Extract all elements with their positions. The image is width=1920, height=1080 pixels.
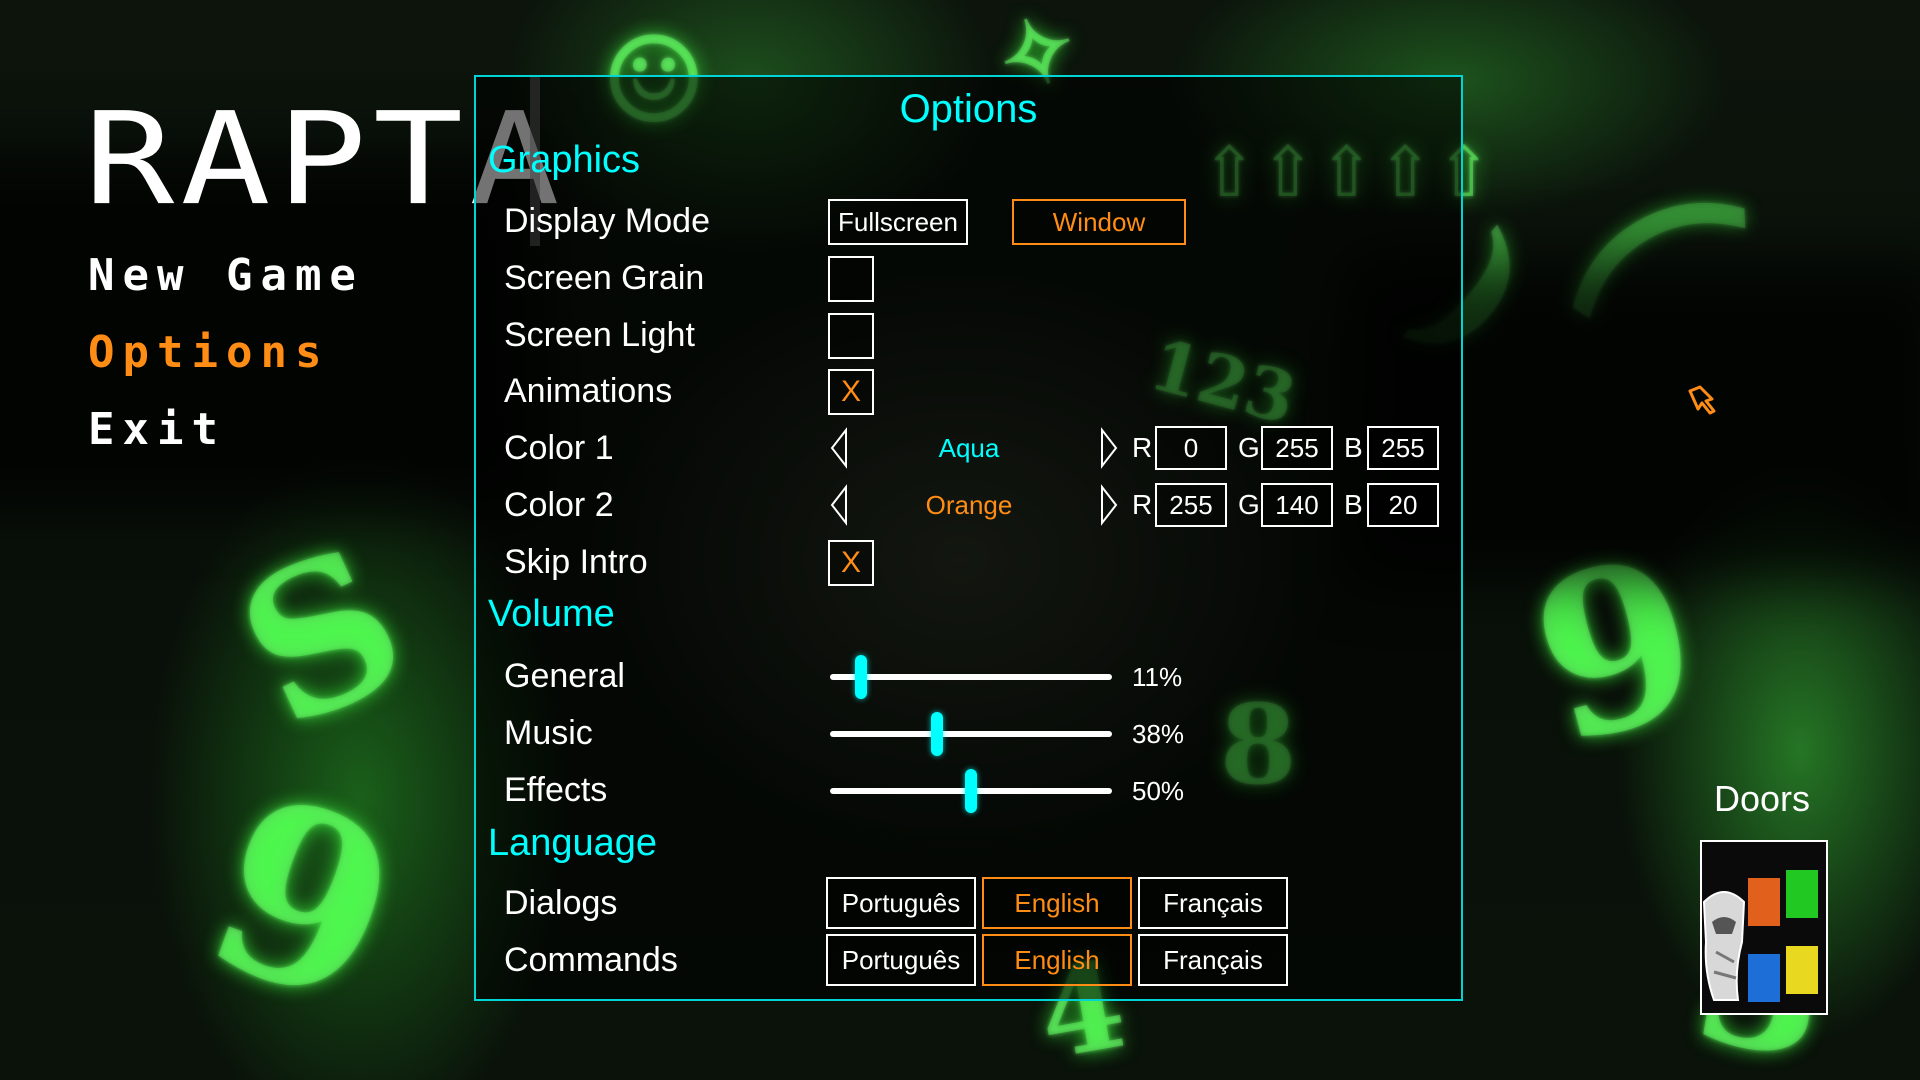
general-volume-value: 11% <box>1132 662 1183 692</box>
color1-g-letter: G <box>1238 432 1260 463</box>
animations-checkbox[interactable]: X <box>828 369 874 415</box>
volume-section-title: Volume <box>488 593 615 635</box>
skip-intro-checkbox[interactable]: X <box>828 540 874 586</box>
dialogs-label: Dialogs <box>504 884 618 922</box>
doors-tile-yellow <box>1786 946 1818 994</box>
color2-g-input[interactable]: 140 <box>1261 483 1333 527</box>
color2-prev-arrow-icon[interactable] <box>828 483 850 527</box>
effects-volume-label: Effects <box>504 771 608 809</box>
effects-volume-slider-handle[interactable] <box>965 769 977 813</box>
background-glyph: 9 <box>1509 504 1724 795</box>
mouse-cursor-icon <box>1688 385 1716 415</box>
color1-b-letter: B <box>1344 432 1363 463</box>
color2-b-input[interactable]: 20 <box>1367 483 1439 527</box>
options-panel: Options Graphics Display Mode Fullscreen… <box>474 75 1463 1001</box>
commands-portugues-button[interactable]: Português <box>826 934 976 986</box>
options-title: Options <box>899 87 1038 131</box>
commands-francais-button[interactable]: Français <box>1138 934 1288 986</box>
doors-tile-blue <box>1748 954 1780 1002</box>
skip-intro-label: Skip Intro <box>504 543 648 581</box>
music-volume-slider[interactable] <box>830 712 1112 756</box>
color1-r-input[interactable]: 0 <box>1155 426 1227 470</box>
effects-volume-slider[interactable] <box>830 769 1112 813</box>
animations-label: Animations <box>504 372 673 410</box>
music-volume-slider-handle[interactable] <box>931 712 944 756</box>
menu-exit-button[interactable]: Exit <box>88 404 226 455</box>
menu-options-button[interactable]: Options <box>88 327 329 378</box>
color2-next-arrow-icon[interactable] <box>1098 483 1120 527</box>
color1-b-input[interactable]: 255 <box>1367 426 1439 470</box>
window-button[interactable]: Window <box>1012 199 1186 245</box>
doors-button[interactable] <box>1700 840 1828 1015</box>
display-mode-label: Display Mode <box>504 202 710 240</box>
color1-name: Aqua <box>938 433 1000 463</box>
fullscreen-button[interactable]: Fullscreen <box>828 199 968 245</box>
doors-label: Doors <box>1714 778 1811 819</box>
color2-label: Color 2 <box>504 486 614 524</box>
color2-r-letter: R <box>1132 489 1153 520</box>
language-section-title: Language <box>488 822 658 864</box>
music-volume-label: Music <box>504 714 593 752</box>
color1-g-input[interactable]: 255 <box>1261 426 1333 470</box>
general-volume-slider-handle[interactable] <box>855 655 868 699</box>
raccoon-mascot-icon <box>1702 891 1746 1001</box>
background-glyph: ⌒ <box>1543 158 1835 462</box>
dialogs-francais-button[interactable]: Français <box>1138 877 1288 929</box>
graphics-section-title: Graphics <box>488 139 641 181</box>
dialogs-portugues-button[interactable]: Português <box>826 877 976 929</box>
color2-r-input[interactable]: 255 <box>1155 483 1227 527</box>
background-glyph: 9 <box>176 739 431 1063</box>
background-glyph: S <box>207 500 438 775</box>
color2-b-letter: B <box>1344 489 1363 520</box>
general-volume-slider[interactable] <box>830 655 1112 699</box>
color1-next-arrow-icon[interactable] <box>1098 426 1120 470</box>
screen-light-label: Screen Light <box>504 316 695 354</box>
commands-label: Commands <box>504 941 678 979</box>
menu-new-game-button[interactable]: New Game <box>88 250 364 301</box>
effects-volume-value: 50% <box>1132 776 1185 806</box>
dialogs-english-button[interactable]: English <box>982 877 1132 929</box>
screen-grain-label: Screen Grain <box>504 259 705 297</box>
commands-english-button[interactable]: English <box>982 934 1132 986</box>
screen-light-checkbox[interactable] <box>828 313 874 359</box>
color1-prev-arrow-icon[interactable] <box>828 426 850 470</box>
color2-name: Orange <box>925 490 1013 520</box>
general-volume-label: General <box>504 657 625 695</box>
doors-tile-orange <box>1748 878 1780 926</box>
game-background: S 9 ☺ 9 3 ⇧⇧⇧⇧⇧ ✧ 123 8 4 ) ⌒ RAPTA New … <box>0 0 1920 1080</box>
doors-tile-green <box>1786 870 1818 918</box>
color2-g-letter: G <box>1238 489 1260 520</box>
screen-grain-checkbox[interactable] <box>828 256 874 302</box>
color1-label: Color 1 <box>504 429 614 467</box>
color1-r-letter: R <box>1132 432 1153 463</box>
music-volume-value: 38% <box>1132 719 1185 749</box>
